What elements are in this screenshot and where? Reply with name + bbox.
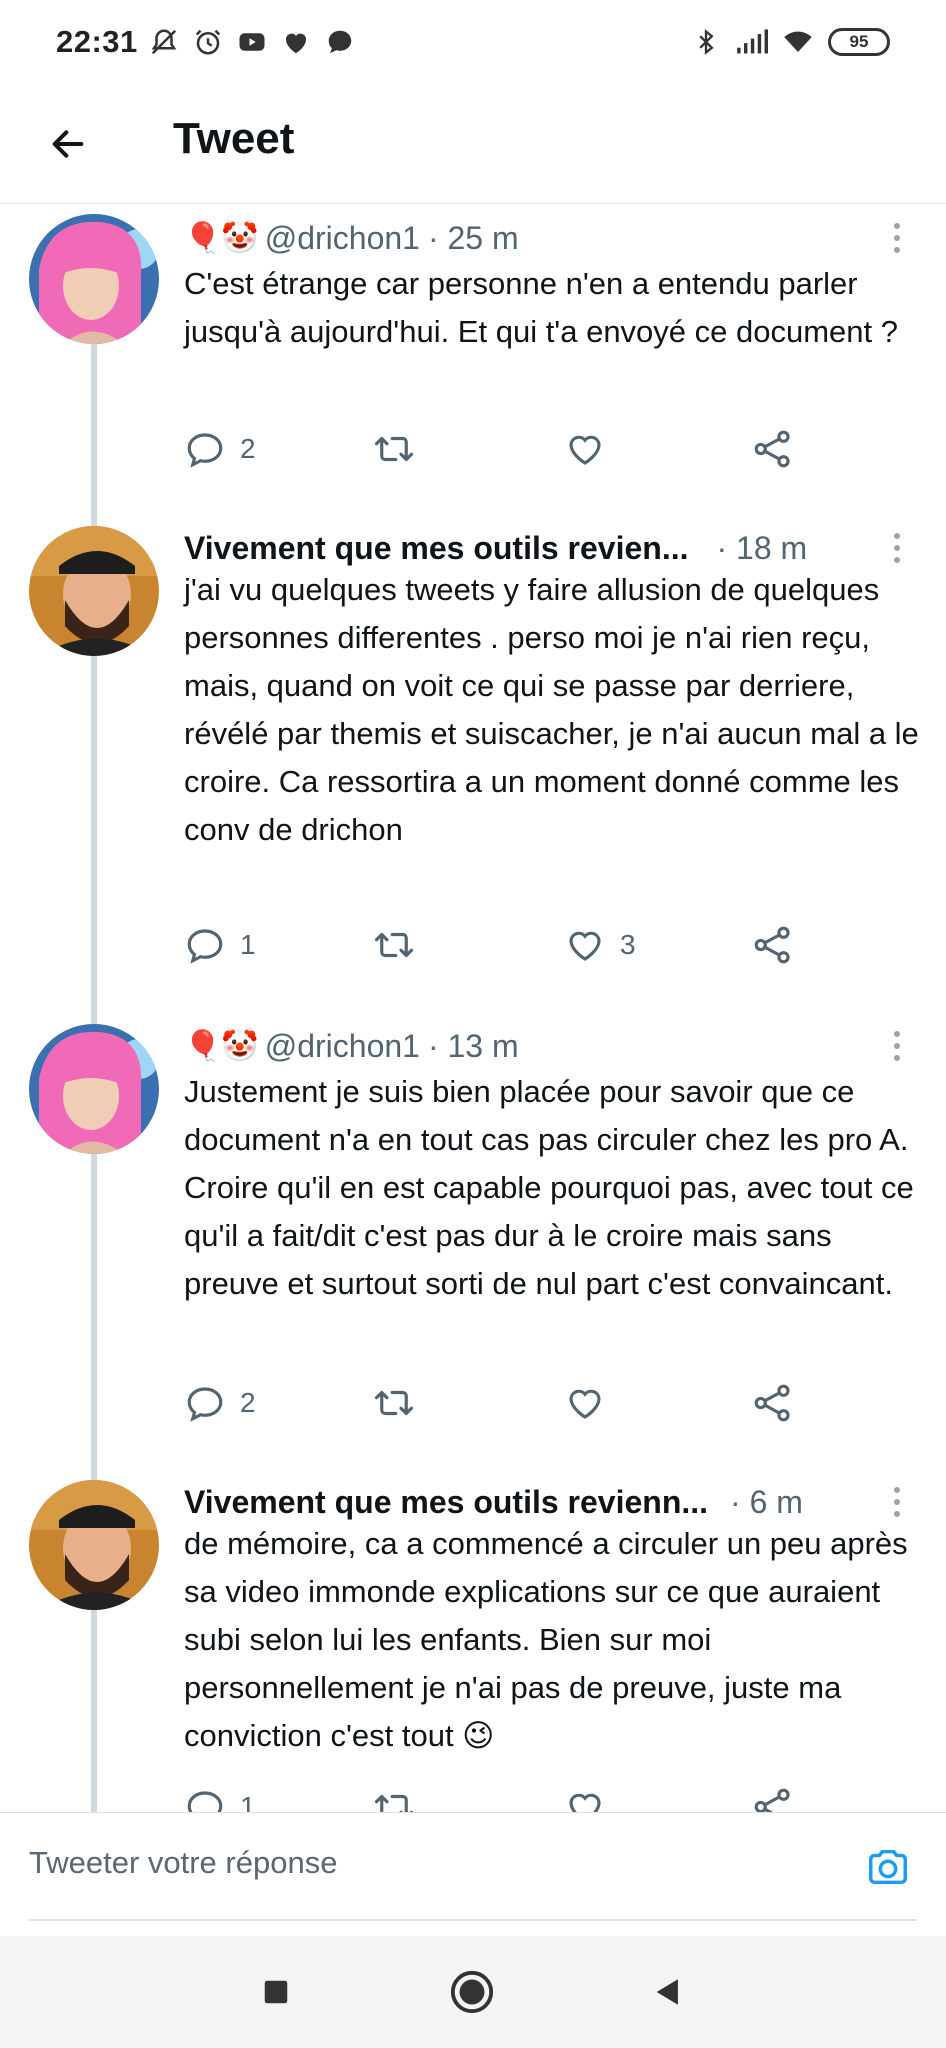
wifi-icon [782,26,814,58]
reply-button[interactable]: 2 [184,1378,256,1428]
avatar[interactable] [29,1024,159,1154]
reply-button[interactable]: 2 [184,424,256,474]
back-nav-button[interactable] [640,1964,696,2020]
tweet-actions: 2 [184,424,804,474]
tweet-time: · 6 m [730,1483,803,1520]
reply-icon [187,929,223,964]
reply-count: 1 [240,929,256,960]
retweet-button[interactable] [372,424,430,474]
camera-button[interactable] [860,1839,916,1895]
tweet-text: j'ai vu quelques tweets y faire allusion… [184,572,919,847]
like-button[interactable]: 3 [564,920,636,970]
more-options-icon[interactable] [882,1480,912,1524]
page-title: Tweet [173,114,295,163]
mute-icon [148,26,180,58]
avatar-image [29,526,159,656]
tweet-handle[interactable]: @drichon1 [265,220,420,257]
signal-icon [736,26,768,58]
battery-indicator: 95 [828,28,890,56]
reply-count: 2 [240,433,256,464]
share-icon [754,1384,790,1422]
like-button[interactable] [564,424,620,474]
retweet-icon [374,1794,414,1812]
tweet-actions: 1 [184,1782,804,1812]
avatar[interactable] [29,1480,159,1610]
profile-emojis: 🎈🤡 [184,1029,259,1063]
home-button[interactable] [444,1964,500,2020]
tweet-actions: 2 [184,1378,804,1428]
reply-count: 2 [240,1387,256,1418]
heart-icon [280,26,312,58]
share-button[interactable] [752,424,794,474]
reply-compose-bar: Tweeter votre réponse [0,1812,946,1934]
tweet-time: · 18 m [716,529,808,566]
tweet-text: C'est étrange car personne n'en a entend… [184,266,898,349]
like-heart-icon [569,1793,601,1812]
tweet-actions: 1 3 [184,920,804,970]
reply-count: 1 [240,1791,256,1812]
share-icon [754,430,790,468]
bluetooth-icon [690,26,722,58]
more-options-icon[interactable] [882,216,912,260]
like-button[interactable] [564,1378,620,1428]
share-button[interactable] [752,1378,794,1428]
profile-emojis: 🎈🤡 [184,221,259,255]
retweet-icon [374,436,414,462]
retweet-button[interactable] [372,1378,430,1428]
avatar-image [29,214,159,344]
back-arrow-icon [52,130,84,158]
avatar-image [29,1480,159,1610]
like-heart-icon [569,1389,601,1419]
tweet-item[interactable]: Vivement que mes outils revienn... · 6 m… [0,1478,946,1812]
share-button[interactable] [752,1782,794,1812]
share-icon [754,926,790,964]
status-bar: 22:31 95 [0,0,946,86]
more-options-icon[interactable] [882,1024,912,1068]
reply-input[interactable]: Tweeter votre réponse [29,1845,849,1881]
like-heart-icon [569,435,601,465]
tweet-time: · 13 m [427,1027,519,1064]
divider [29,1919,917,1921]
tweet-text: Justement je suis bien placée pour savoi… [184,1074,914,1301]
reply-button[interactable]: 1 [184,920,256,970]
tweet-text: de mémoire, ca a commencé a circuler un … [184,1526,908,1753]
avatar[interactable] [29,526,159,656]
app-header: Tweet [0,86,946,204]
camera-icon [869,1849,907,1885]
tweet-handle[interactable]: @drichon1 [265,1028,420,1065]
reply-icon [187,1387,223,1422]
more-options-icon[interactable] [882,526,912,570]
retweet-button[interactable] [372,1782,430,1812]
retweet-icon [374,932,414,958]
tweet-author-name[interactable]: Vivement que mes outils revien... [184,530,688,567]
avatar[interactable] [29,214,159,344]
reply-icon [187,433,223,468]
tweet-time: · 25 m [427,219,519,256]
status-time: 22:31 [56,24,138,59]
alarm-icon [192,26,224,58]
back-button[interactable] [40,116,96,172]
recent-apps-button[interactable] [248,1964,304,2020]
share-icon [754,1788,790,1812]
tweet-author-name[interactable]: Vivement que mes outils revienn... [184,1484,708,1521]
like-count: 3 [620,929,636,960]
avatar-image [29,1024,159,1154]
youtube-icon [236,26,268,58]
triangle-back-icon [656,1979,678,2005]
reply-icon [187,1791,223,1812]
retweet-button[interactable] [372,920,430,970]
battery-level: 95 [849,32,869,51]
retweet-icon [374,1390,414,1416]
chat-bubble-icon [324,26,356,58]
reply-button[interactable]: 1 [184,1782,256,1812]
like-button[interactable] [564,1782,620,1812]
share-button[interactable] [752,920,794,970]
system-navigation-bar [0,1936,946,2048]
home-circle-icon [450,1970,494,2014]
square-icon [264,1980,288,2004]
like-heart-icon [569,931,601,961]
